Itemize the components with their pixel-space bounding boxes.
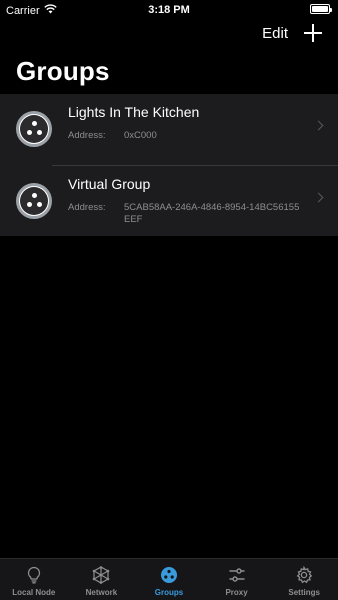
tab-local-node[interactable]: Local Node xyxy=(0,559,68,600)
tab-settings[interactable]: Settings xyxy=(270,559,338,600)
plus-icon[interactable] xyxy=(302,22,324,44)
gear-icon xyxy=(294,565,314,585)
group-row[interactable]: Virtual Group Address: 5CAB58AA-246A-484… xyxy=(16,165,338,236)
tab-proxy[interactable]: Proxy xyxy=(203,559,271,600)
group-name: Lights In The Kitchen xyxy=(68,104,200,120)
status-bar: Carrier 3:18 PM xyxy=(0,0,338,20)
tab-label: Proxy xyxy=(225,588,248,597)
address-label: Address: xyxy=(68,130,106,141)
nav-actions: Edit xyxy=(262,22,324,44)
battery-icon xyxy=(310,4,332,14)
tab-label: Local Node xyxy=(12,588,56,597)
tab-network[interactable]: Network xyxy=(68,559,136,600)
address-label: Address: xyxy=(68,202,106,213)
tab-bar: Local Node Network Groups Proxy Settings xyxy=(0,558,338,600)
group-name: Virtual Group xyxy=(68,176,151,192)
edit-button[interactable]: Edit xyxy=(262,25,288,42)
tab-label: Settings xyxy=(288,588,320,597)
status-time: 3:18 PM xyxy=(148,4,190,16)
screen: Carrier 3:18 PM Edit Groups Lights In Th xyxy=(0,0,338,600)
address-value: 5CAB58AA-246A-4846-8954-14BC56155EEF xyxy=(124,202,300,225)
group-row[interactable]: Lights In The Kitchen Address: 0xC000 xyxy=(0,94,338,165)
group-icon xyxy=(16,111,52,147)
group-list: Lights In The Kitchen Address: 0xC000 Vi… xyxy=(0,94,338,236)
address-value: 0xC000 xyxy=(124,130,157,141)
group-icon xyxy=(16,183,52,219)
lightbulb-icon xyxy=(24,565,44,585)
tab-label: Network xyxy=(85,588,118,597)
proxy-icon xyxy=(227,565,247,585)
page-title: Groups xyxy=(16,56,110,86)
battery-fill xyxy=(312,6,328,12)
tab-groups[interactable]: Groups xyxy=(135,559,203,600)
tab-label: Groups xyxy=(154,588,184,597)
groups-icon xyxy=(159,565,179,585)
network-icon xyxy=(91,565,111,585)
